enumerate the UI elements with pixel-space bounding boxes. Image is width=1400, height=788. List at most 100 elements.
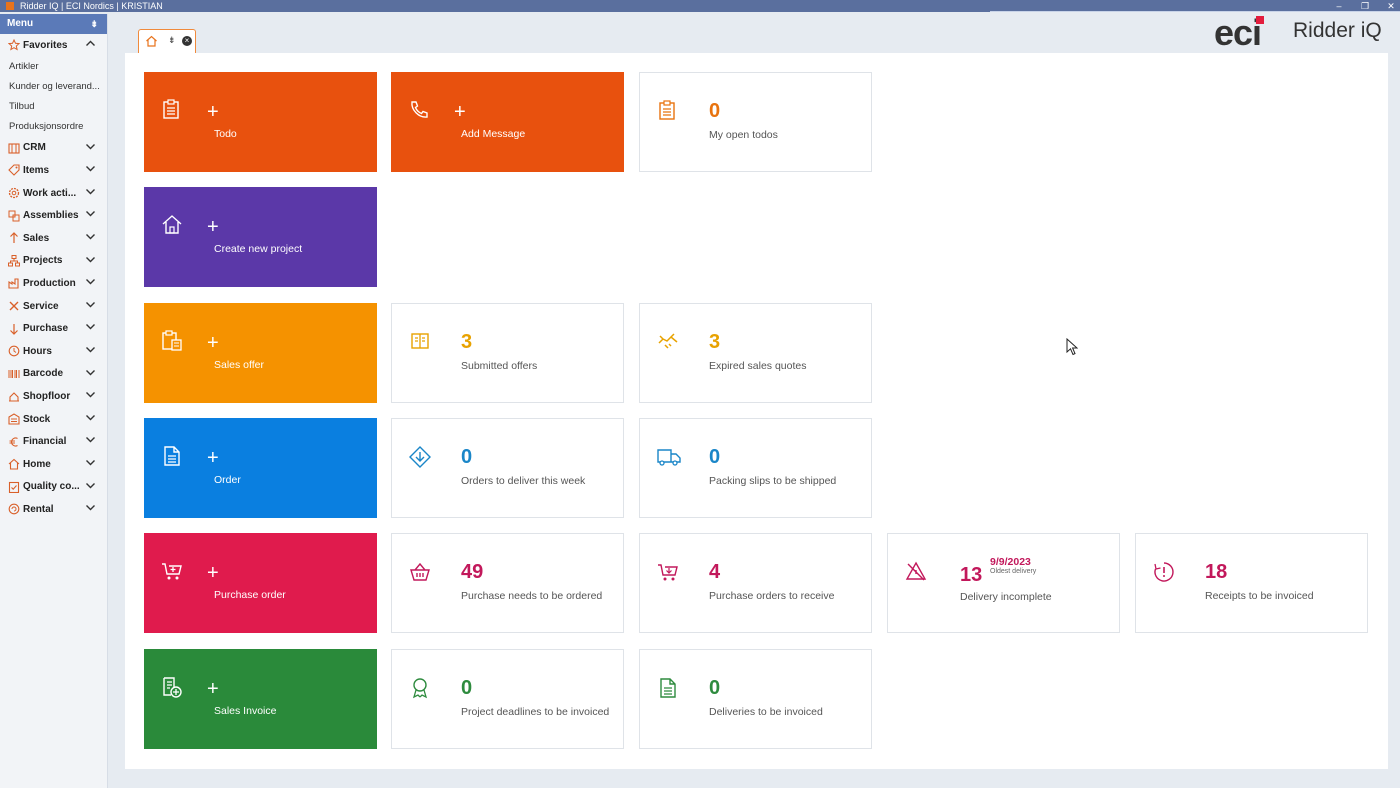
nav-group-items[interactable]: Items bbox=[0, 159, 107, 182]
receipts-invoiced-tile[interactable]: 18 Receipts to be invoiced bbox=[1135, 533, 1368, 633]
chevron-down-icon[interactable] bbox=[85, 434, 96, 445]
tile-label: Sales offer bbox=[214, 359, 265, 371]
chevron-down-icon[interactable] bbox=[85, 367, 96, 378]
stat-label: Submitted offers bbox=[461, 360, 538, 372]
pin-icon[interactable]: ⇟ bbox=[168, 35, 176, 46]
chevron-down-icon[interactable] bbox=[85, 502, 96, 513]
nav-group-work-acti[interactable]: Work acti... bbox=[0, 182, 107, 205]
sales-offer-tile[interactable]: + Sales offer bbox=[144, 303, 377, 403]
checklist-icon bbox=[7, 480, 20, 493]
nav-groups: CRM Items Work acti... Assemblies Sales Proje… bbox=[0, 137, 107, 521]
chevron-down-icon[interactable] bbox=[85, 276, 96, 287]
clock-icon bbox=[7, 345, 20, 358]
nav-group-home[interactable]: Home bbox=[0, 453, 107, 476]
favorite-item[interactable]: Kunder og leverand... bbox=[0, 77, 107, 97]
create-project-tile[interactable]: + Create new project bbox=[144, 187, 377, 287]
chevron-down-icon[interactable] bbox=[85, 412, 96, 423]
orders-to-deliver-tile[interactable]: 0 Orders to deliver this week bbox=[391, 418, 624, 518]
purchase-receive-tile[interactable]: 4 Purchase orders to receive bbox=[639, 533, 872, 633]
chevron-down-icon[interactable] bbox=[85, 208, 96, 219]
nav-group-sales[interactable]: Sales bbox=[0, 227, 107, 250]
chevron-down-icon[interactable] bbox=[85, 344, 96, 355]
clock-alert-icon bbox=[1153, 561, 1175, 583]
plus-icon: + bbox=[207, 101, 219, 123]
plus-icon: + bbox=[207, 562, 219, 584]
chevron-down-icon[interactable] bbox=[85, 254, 96, 265]
nav-group-label: Work acti... bbox=[23, 187, 77, 199]
order-tile[interactable]: + Order bbox=[144, 418, 377, 518]
diamond-arrow-icon bbox=[409, 446, 431, 468]
tile-label: Sales Invoice bbox=[214, 705, 277, 717]
rental-icon bbox=[7, 503, 20, 516]
nav-group-favorites[interactable]: Favorites bbox=[0, 34, 107, 57]
add-message-tile[interactable]: + Add Message bbox=[391, 72, 624, 172]
stock-icon bbox=[7, 413, 20, 426]
nav-group-label: Home bbox=[23, 458, 51, 470]
todo-tile[interactable]: + Todo bbox=[144, 72, 377, 172]
mouse-cursor-icon bbox=[1066, 338, 1078, 356]
nav-group-label: Hours bbox=[23, 345, 52, 357]
oldest-delivery-caption: Oldest delivery bbox=[990, 568, 1037, 575]
nav-group-crm[interactable]: CRM bbox=[0, 137, 107, 160]
chevron-down-icon[interactable] bbox=[85, 480, 96, 491]
tools-icon bbox=[7, 300, 20, 313]
nav-group-rental[interactable]: Rental bbox=[0, 498, 107, 521]
nav-list: Favorites Artikler Kunder og leverand...… bbox=[0, 34, 107, 137]
nav-group-barcode[interactable]: Barcode bbox=[0, 363, 107, 386]
stat-value: 0 bbox=[709, 100, 721, 122]
expired-quotes-tile[interactable]: 3 Expired sales quotes bbox=[639, 303, 872, 403]
stat-value: 0 bbox=[461, 677, 473, 699]
stat-label: Project deadlines to be invoiced bbox=[461, 706, 610, 718]
chevron-down-icon[interactable] bbox=[85, 321, 96, 332]
purchase-needs-tile[interactable]: 49 Purchase needs to be ordered bbox=[391, 533, 624, 633]
clipboard-icon bbox=[161, 99, 183, 121]
chevron-down-icon[interactable] bbox=[85, 141, 96, 152]
clipboard-icon bbox=[657, 100, 679, 122]
menu-header: Menu ⇟ bbox=[0, 14, 107, 34]
submitted-offers-tile[interactable]: 3 Submitted offers bbox=[391, 303, 624, 403]
delivery-incomplete-tile[interactable]: 13 9/9/2023 Oldest delivery Delivery inc… bbox=[887, 533, 1120, 633]
nav-group-purchase[interactable]: Purchase bbox=[0, 317, 107, 340]
dashboard-panel: + Todo + Add Message 0 My open todos + C… bbox=[125, 53, 1388, 769]
nav-group-production[interactable]: Production bbox=[0, 272, 107, 295]
nav-group-stock[interactable]: Stock bbox=[0, 408, 107, 431]
project-deadlines-tile[interactable]: 0 Project deadlines to be invoiced bbox=[391, 649, 624, 749]
nav-group-service[interactable]: Service bbox=[0, 295, 107, 318]
purchase-order-tile[interactable]: + Purchase order bbox=[144, 533, 377, 633]
sales-invoice-tile[interactable]: + Sales Invoice bbox=[144, 649, 377, 749]
stat-value: 0 bbox=[709, 446, 721, 468]
chevron-down-icon[interactable] bbox=[85, 163, 96, 174]
pin-menu-icon[interactable]: ⇟ bbox=[90, 14, 98, 34]
close-tab-icon[interactable]: × bbox=[182, 36, 192, 46]
deliveries-invoiced-tile[interactable]: 0 Deliveries to be invoiced bbox=[639, 649, 872, 749]
nav-group-quality-co[interactable]: Quality co... bbox=[0, 476, 107, 499]
nav-group-assemblies[interactable]: Assemblies bbox=[0, 204, 107, 227]
nav-group-label: Quality co... bbox=[23, 481, 80, 493]
tile-label: Todo bbox=[214, 128, 237, 140]
plus-icon: + bbox=[207, 447, 219, 469]
chevron-up-icon[interactable] bbox=[85, 38, 96, 49]
nav-group-hours[interactable]: Hours bbox=[0, 340, 107, 363]
book-icon bbox=[409, 331, 431, 353]
nav-group-label: Service bbox=[23, 300, 59, 312]
my-open-todos-tile[interactable]: 0 My open todos bbox=[639, 72, 872, 172]
chevron-down-icon[interactable] bbox=[85, 299, 96, 310]
stat-label: My open todos bbox=[709, 129, 778, 141]
barcode-icon bbox=[7, 367, 20, 380]
chevron-down-icon[interactable] bbox=[85, 231, 96, 242]
nav-group-shopfloor[interactable]: Shopfloor bbox=[0, 385, 107, 408]
favorite-item[interactable]: Produksjonsordre bbox=[0, 117, 107, 137]
nav-group-financial[interactable]: Financial bbox=[0, 430, 107, 453]
favorite-item[interactable]: Tilbud bbox=[0, 97, 107, 117]
tab-home[interactable]: ⇟ × bbox=[138, 29, 196, 53]
packing-slips-tile[interactable]: 0 Packing slips to be shipped bbox=[639, 418, 872, 518]
stat-value: 18 bbox=[1205, 561, 1228, 583]
hierarchy-icon bbox=[7, 254, 20, 267]
chevron-down-icon[interactable] bbox=[85, 457, 96, 468]
arrow-up-icon bbox=[7, 232, 20, 245]
chevron-down-icon[interactable] bbox=[85, 186, 96, 197]
favorite-item[interactable]: Artikler bbox=[0, 57, 107, 77]
chevron-down-icon[interactable] bbox=[85, 389, 96, 400]
nav-group-label: Assemblies bbox=[23, 210, 79, 222]
nav-group-projects[interactable]: Projects bbox=[0, 250, 107, 273]
